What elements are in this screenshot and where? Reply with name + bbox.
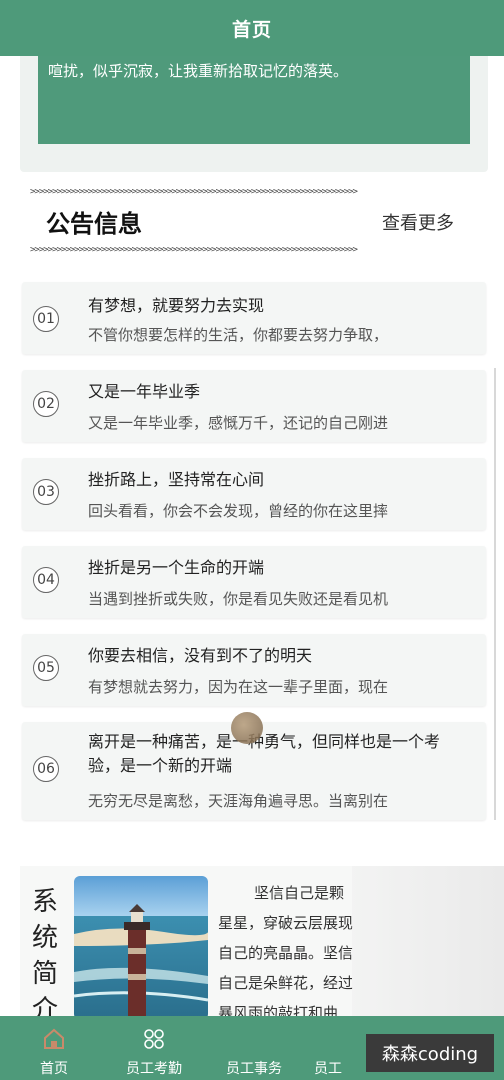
notice-item-desc: 有梦想就去努力，因为在这一辈子里面，现在 (88, 678, 389, 696)
tab-affairs[interactable]: 员工事务 (206, 1016, 302, 1080)
notice-item-title: 你要去相信，没有到不了的明天 (88, 646, 313, 665)
notice-item-title: 挫折路上，坚持常在心间 (88, 470, 265, 489)
notice-item[interactable]: 01 有梦想，就要努力去实现 不管你想要怎样的生活，你都要去努力争取， (22, 282, 486, 354)
tab-staff[interactable]: 员工 (290, 1016, 366, 1080)
tab-label: 员工 (314, 1061, 342, 1077)
arrow-divider-top: >>>>>>>>>>>>>>>>>>>>>>>>>>>>>>>>>>>>>>>>… (30, 187, 358, 197)
notice-item-desc: 当遇到挫折或失败，你是看见失败还是看见机 (88, 590, 389, 608)
tab-label: 员工事务 (226, 1061, 282, 1077)
item-number-badge: 05 (33, 655, 59, 681)
lighthouse-photo (74, 876, 208, 1020)
notice-item-desc: 无穷无尽是离愁，天涯海角遍寻思。当离别在 (88, 792, 389, 810)
intro-text: 喧扰，似乎沉寂，让我重新拾取记忆的落英。 (48, 62, 349, 80)
item-number-badge: 01 (33, 306, 59, 332)
tab-label: 首页 (40, 1061, 68, 1077)
view-more-link[interactable]: 查看更多 (382, 209, 454, 235)
notice-item-title: 挫折是另一个生命的开端 (88, 558, 265, 577)
item-number-badge: 03 (33, 479, 59, 505)
tab-attendance[interactable]: 员工考勤 (106, 1016, 202, 1080)
notice-item[interactable]: 04 挫折是另一个生命的开端 当遇到挫折或失败，你是看见失败还是看见机 (22, 546, 486, 618)
briefcase-icon (241, 1026, 267, 1052)
notice-section-title: 公告信息 (46, 210, 142, 238)
system-intro-text: 坚信自己是颗星星，穿破云层展现自己的亮晶晶。坚信自己是朵鲜花，经过暴风雨的敲打和… (218, 884, 354, 1018)
notice-item[interactable]: 03 挫折路上，坚持常在心间 回头看看，你会不会发现，曾经的你在这里摔 (22, 458, 486, 530)
tab-home[interactable]: 首页 (6, 1016, 102, 1080)
notice-item[interactable]: 05 你要去相信，没有到不了的明天 有梦想就去努力，因为在这一辈子里面，现在 (22, 634, 486, 706)
system-intro-title: 系统简介 (32, 887, 59, 1025)
arrow-divider-bottom: >>>>>>>>>>>>>>>>>>>>>>>>>>>>>>>>>>>>>>>>… (30, 245, 358, 255)
notice-item-title: 离开是一种痛苦，是一种勇气，但同样也是一个考验，是一个新的开端 (88, 732, 441, 775)
watermark-badge: 森森coding (366, 1034, 494, 1072)
top-bar: 首页 (0, 0, 504, 56)
scrollbar[interactable] (494, 368, 496, 820)
tab-label: 员工考勤 (126, 1061, 182, 1077)
page-title: 首页 (231, 18, 272, 41)
user-icon (315, 1026, 341, 1052)
notice-item-desc: 不管你想要怎样的生活，你都要去努力争取， (88, 326, 389, 344)
notice-item-title: 又是一年毕业季 (88, 382, 201, 401)
grid-icon (141, 1026, 167, 1052)
notice-item[interactable]: 02 又是一年毕业季 又是一年毕业季，感慨万千，还记的自己刚进 (22, 370, 486, 442)
notice-item-title: 有梦想，就要努力去实现 (88, 296, 265, 315)
touch-indicator (231, 712, 263, 744)
item-number-badge: 04 (33, 567, 59, 593)
home-icon (41, 1026, 67, 1052)
item-number-badge: 02 (33, 391, 59, 417)
blurred-overlay (352, 866, 504, 1016)
notice-item-desc: 又是一年毕业季，感慨万千，还记的自己刚进 (88, 414, 389, 432)
notice-item-desc: 回头看看，你会不会发现，曾经的你在这里摔 (88, 502, 389, 520)
item-number-badge: 06 (33, 756, 59, 782)
